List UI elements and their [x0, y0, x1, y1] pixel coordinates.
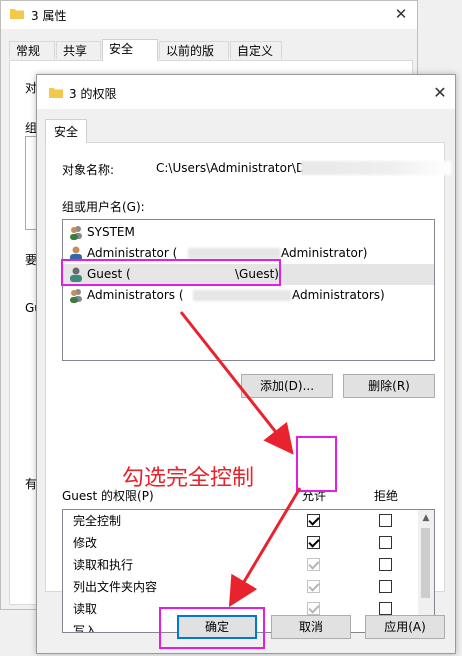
arrow-to-checkbox	[179, 311, 294, 455]
tab-security[interactable]: 安全	[102, 39, 158, 61]
annotation-arrows	[179, 311, 302, 608]
tab-security[interactable]: 安全	[45, 119, 88, 143]
arrow-to-ok	[228, 487, 302, 608]
